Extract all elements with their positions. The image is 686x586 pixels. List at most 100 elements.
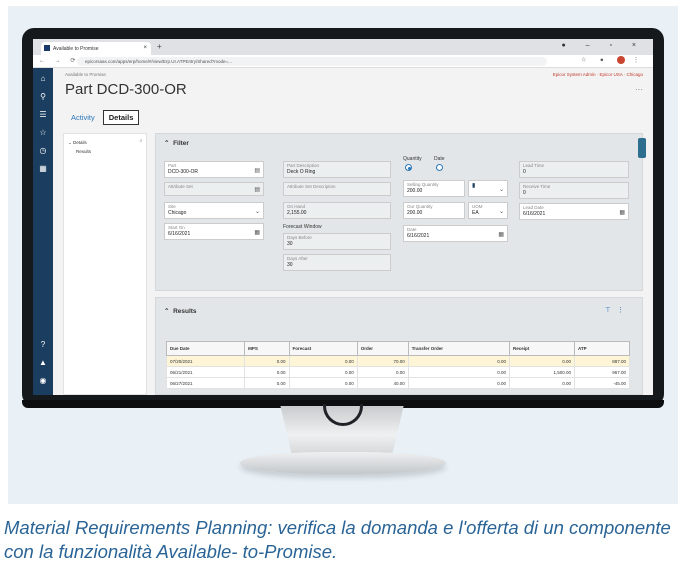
monitor-stand-base <box>240 452 446 474</box>
help-icon[interactable]: ? <box>38 340 48 350</box>
dashboard-icon[interactable]: ▦ <box>38 164 48 174</box>
cell: 0.00 <box>288 377 358 389</box>
address-bar: ← → ⟳ epicorsaas.com/apps/erp/home/#/vie… <box>33 55 653 68</box>
history-icon[interactable]: ◷ <box>38 146 48 156</box>
monitor-frame: Available to Promise × + ● – ▫ × ← → ⟳ e… <box>22 28 664 406</box>
cell: 40.00 <box>356 377 409 389</box>
menu-icon[interactable]: ☰ <box>38 110 48 120</box>
days-before-field[interactable]: Days Before 30 <box>283 233 391 250</box>
date-label: Date <box>434 156 445 162</box>
start-on-field[interactable]: Start On 6/16/2021 ▦ <box>164 223 264 240</box>
home-icon[interactable]: ⌂ <box>38 74 48 84</box>
cell: 70.00 <box>356 355 409 367</box>
user-icon[interactable]: ◉ <box>38 376 48 386</box>
side-panel-tab[interactable] <box>638 138 646 158</box>
column-header[interactable]: ATP <box>573 341 631 356</box>
part-search-icon[interactable]: ▤ <box>254 167 260 174</box>
app-favicon-icon <box>44 45 50 51</box>
on-hand-field: On Hand 2,155.00 <box>283 202 391 219</box>
table-row[interactable]: 06/27/2021 0.00 0.00 40.00 0.00 0.00 -45… <box>165 377 631 389</box>
details-tree: 4 ⌄ Details Results <box>63 133 147 395</box>
cell: 967.00 <box>573 366 631 378</box>
date-radio[interactable] <box>436 164 443 171</box>
filter-panel: ⌃ Filter Part DCD-300-OR ▤ Attribute Set … <box>155 133 646 291</box>
screen: Available to Promise × + ● – ▫ × ← → ⟳ e… <box>33 39 653 395</box>
part-field[interactable]: Part DCD-300-OR ▤ <box>164 161 264 178</box>
results-panel: ⌃ Results ⊤⋮ Due Date MPS Forecast Order… <box>155 297 643 395</box>
page-tabs: Activity Details <box>71 110 140 125</box>
notifications-icon[interactable]: ▲ <box>38 358 48 368</box>
cell: 0.00 <box>244 355 290 367</box>
favorites-icon[interactable]: ☆ <box>38 128 48 138</box>
attribute-description-field: Attribute Set Description <box>283 182 391 196</box>
selling-uom-select[interactable]: ▮ ⌄ <box>468 180 508 197</box>
attribute-search-icon[interactable]: ▤ <box>254 186 260 193</box>
calendar-icon[interactable]: ▦ <box>619 209 625 216</box>
lead-date-field[interactable]: Lead Date 6/16/2021 ▦ <box>519 203 629 220</box>
browser-nav-buttons[interactable]: ← → ⟳ <box>39 57 79 64</box>
cell: 0.00 <box>407 366 511 378</box>
cell: 0.00 <box>407 377 511 389</box>
url-field[interactable]: epicorsaas.com/apps/erp/home/#/view/Erp.… <box>77 57 547 66</box>
filter-icon[interactable]: ⊤ <box>605 307 617 314</box>
breadcrumb[interactable]: Available to Promise <box>65 72 106 77</box>
browser-tab-title: Available to Promise <box>53 46 99 52</box>
table-row[interactable]: 07/20/2021 0.00 0.00 70.00 0.00 0.00 887… <box>165 355 631 367</box>
cell: 0.00 <box>288 366 358 378</box>
grid-header-row: Due Date MPS Forecast Order Transfer Ord… <box>165 341 631 356</box>
results-controls[interactable]: ⊤⋮ <box>605 306 630 314</box>
column-header[interactable]: Due Date <box>165 341 246 356</box>
table-row[interactable]: 06/21/2021 0.00 0.00 0.00 0.00 1,500.00 … <box>165 366 631 378</box>
column-header[interactable]: Transfer Order <box>407 341 511 356</box>
cell: -45.00 <box>573 377 631 389</box>
attribute-set-field[interactable]: Attribute Set ▤ <box>164 182 264 196</box>
page-title: Part DCD-300-OR <box>65 81 187 98</box>
close-tab-icon[interactable]: × <box>143 45 147 51</box>
our-quantity-field[interactable]: Our Quantity 200.00 <box>403 202 465 219</box>
browser-extensions[interactable]: ☆ ● ⋮ <box>581 56 645 64</box>
selling-quantity-field[interactable]: Selling Quantity 200.00 <box>403 180 465 197</box>
quantity-radio[interactable] <box>405 164 412 171</box>
cell: 06/27/2021 <box>165 377 246 389</box>
tab-activity[interactable]: Activity <box>71 110 95 125</box>
user-context[interactable]: Epicor System Admin · Epicor USA · Chica… <box>553 72 643 77</box>
tree-node-details[interactable]: ⌄ Details <box>68 140 142 146</box>
tab-details[interactable]: Details <box>102 110 140 125</box>
column-header[interactable]: MPS <box>244 341 290 356</box>
profile-icon[interactable] <box>617 56 626 64</box>
chevron-down-icon[interactable]: ⌄ <box>499 186 504 193</box>
window-controls[interactable]: ● – ▫ × <box>561 42 645 49</box>
date-field[interactable]: Date 6/16/2021 ▦ <box>403 225 508 242</box>
uom-select[interactable]: UOM EA ⌄ <box>468 202 508 219</box>
tree-node-results[interactable]: Results <box>68 149 142 154</box>
cell: 0.00 <box>407 355 511 367</box>
days-after-field[interactable]: Days After 30 <box>283 254 391 271</box>
cell: 0.00 <box>244 366 290 378</box>
more-icon[interactable]: ⋮ <box>617 307 630 314</box>
app-left-nav: ⌂ ⚲ ☰ ☆ ◷ ▦ ? ▲ ◉ <box>33 68 53 395</box>
overflow-menu-icon[interactable]: ⋯ <box>635 85 643 94</box>
new-tab-icon[interactable]: + <box>157 42 162 51</box>
tree-count: 4 <box>139 138 142 143</box>
search-icon[interactable]: ⚲ <box>38 92 48 102</box>
calendar-icon[interactable]: ▦ <box>254 229 260 236</box>
site-select[interactable]: Site Chicago ⌄ <box>164 202 264 219</box>
cell: 0.00 <box>509 377 575 389</box>
cell: 06/21/2021 <box>165 366 246 378</box>
column-header[interactable]: Forecast <box>288 341 358 356</box>
cell: 0.00 <box>244 377 290 389</box>
column-header[interactable]: Order <box>356 341 409 356</box>
chevron-down-icon[interactable]: ⌄ <box>255 208 260 215</box>
column-header[interactable]: Receipt <box>509 341 575 356</box>
quantity-label: Quantity <box>403 156 422 162</box>
forecast-window-label: Forecast Window <box>283 224 322 230</box>
results-heading[interactable]: ⌃ Results <box>164 307 197 315</box>
cell: 0.00 <box>509 355 575 367</box>
filter-heading[interactable]: ⌃ Filter <box>164 139 189 147</box>
results-grid: Due Date MPS Forecast Order Transfer Ord… <box>165 341 631 389</box>
chevron-down-icon[interactable]: ⌄ <box>499 208 504 215</box>
calendar-icon[interactable]: ▦ <box>498 231 504 238</box>
browser-tab[interactable]: Available to Promise × <box>41 42 151 55</box>
cell: 887.00 <box>573 355 631 367</box>
lead-time-field: Lead Time 0 <box>519 161 629 178</box>
